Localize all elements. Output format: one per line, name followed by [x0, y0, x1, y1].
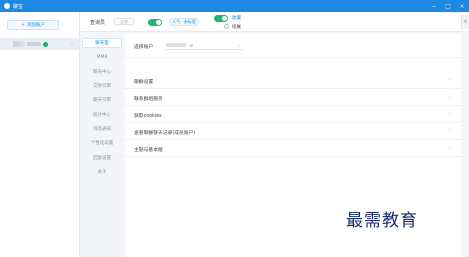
tag-filter-pill[interactable]: 人气 · 未标签 — [169, 18, 199, 26]
window-title: 聊宝 — [13, 3, 24, 10]
nav-item-chatroom[interactable]: 聊天室 — [82, 38, 122, 48]
chevron-right-icon: › — [449, 94, 451, 100]
expand-label: 续展 — [232, 24, 241, 30]
search-label: 查询员 — [90, 20, 106, 26]
watermark-text: 最需教育 — [346, 211, 418, 231]
chevron-down-icon: ⌄ — [237, 42, 241, 48]
settings-row-contact-service[interactable]: 联系群组服务 › — [125, 89, 461, 106]
chevron-right-icon: › — [449, 128, 451, 134]
feature-toggle[interactable] — [148, 19, 162, 26]
account-sidebar: + 添加账户 › — [0, 12, 80, 257]
nav-item-chat-engine[interactable]: 聊天引擎 — [82, 95, 122, 105]
app-logo-icon — [4, 3, 10, 9]
chevron-right-icon: › — [449, 145, 451, 151]
collapse-handle[interactable]: ≡ — [461, 15, 469, 29]
account-name-redacted — [27, 42, 41, 46]
settings-row-label: 主题与基本版 — [134, 148, 163, 153]
settings-row-cookies[interactable]: 获取cookies › — [125, 106, 461, 123]
settings-row-label: 聊群设置 — [134, 80, 154, 85]
nav-item-chat-center[interactable]: 聊天中心 — [82, 67, 122, 77]
account-item[interactable]: › — [0, 38, 79, 50]
settings-row-label: 联系群组服务 — [134, 97, 163, 102]
chevron-right-icon: › — [449, 77, 451, 83]
nav-item-reply-settings[interactable]: 回复设置 — [82, 153, 122, 163]
title-bar: 聊宝 − □ × — [0, 0, 469, 12]
collect-label: 收藏 — [232, 16, 241, 21]
chevron-right-icon: › — [449, 111, 451, 117]
search-filter-field[interactable]: 全部 — [114, 18, 134, 25]
selected-account-redacted — [166, 43, 186, 47]
nav-item-about[interactable]: 关于 — [82, 167, 122, 177]
window-controls: − □ × — [427, 0, 469, 12]
account-select-label: 选择账户 — [134, 45, 154, 50]
maximize-button[interactable]: □ — [441, 0, 455, 12]
minimize-button[interactable]: − — [427, 0, 441, 12]
chevron-right-icon: › — [71, 41, 73, 47]
expand-radio[interactable] — [224, 24, 229, 29]
nav-item-personalization[interactable]: 个性化设置 — [82, 138, 122, 148]
settings-nav: 聊天室 MMB 聊天中心 交际引擎 聊天引擎 统计中心 消息通知 个性化设置 回… — [80, 32, 123, 257]
settings-row-theme[interactable]: 主题与基本版 › — [125, 140, 461, 157]
status-dot-icon — [190, 43, 193, 47]
settings-row-chat-history[interactable]: 查看聊群聊天记录(成员账户) › — [125, 123, 461, 140]
nav-item-mmb[interactable]: MMB — [82, 52, 122, 62]
nav-item-stats[interactable]: 统计中心 — [82, 110, 122, 120]
settings-row-group[interactable]: 聊群设置 › — [125, 72, 461, 89]
settings-row-label: 查看聊群聊天记录(成员账户) — [134, 131, 196, 136]
online-status-icon — [43, 41, 48, 47]
close-button[interactable]: × — [455, 0, 469, 12]
account-select-row: 选择账户 ⌄ — [125, 34, 461, 58]
top-toolbar: 查询员 全部 人气 · 未标签 收藏 续展 ≡ — [80, 12, 469, 32]
avatar — [13, 41, 25, 47]
account-select[interactable]: ⌄ — [164, 41, 244, 50]
collect-toggle[interactable] — [214, 15, 228, 22]
add-account-button[interactable]: + 添加账户 — [7, 20, 59, 30]
nav-item-social-engine[interactable]: 交际引擎 — [82, 81, 122, 91]
settings-row-label: 获取cookies — [134, 114, 162, 119]
nav-item-notifications[interactable]: 消息通知 — [82, 124, 122, 134]
add-account-label: 添加账户 — [26, 23, 45, 28]
plus-icon: + — [21, 22, 25, 28]
